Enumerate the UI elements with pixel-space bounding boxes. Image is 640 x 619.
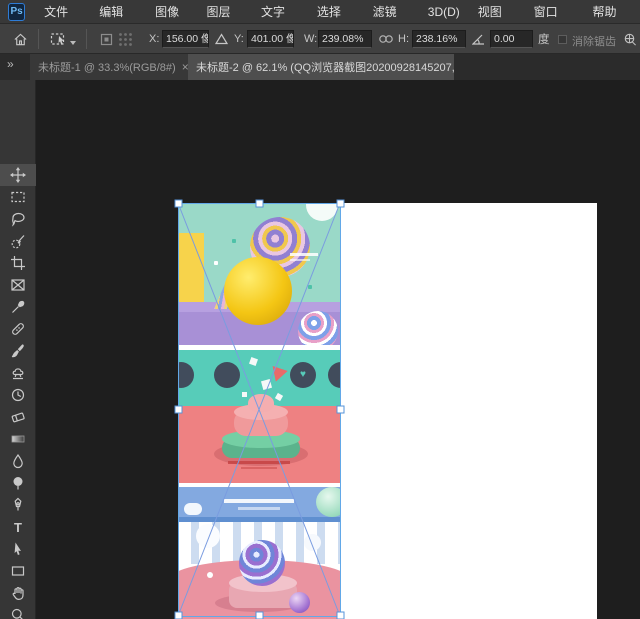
antialias-checkbox[interactable] (558, 35, 567, 44)
artwork-caption-line (228, 461, 290, 464)
x-label: X: (149, 33, 159, 45)
menu-help[interactable]: 帮助(H) (584, 0, 640, 24)
artwork-purple-ball (289, 592, 310, 613)
relative-position-delta-icon[interactable] (215, 24, 228, 54)
photoshop-window: Ps 文件(F) 编辑(E) 图像(I) 图层(L) 文字(Y) 选择(S) 滤… (0, 0, 640, 619)
artwork-white-tree (196, 524, 220, 548)
w-label: W: (304, 33, 317, 45)
artwork-white-circle (306, 203, 338, 221)
artwork-caption-line (224, 499, 294, 503)
artwork-pink-floor (178, 560, 341, 619)
reference-point-locator-icon (118, 24, 133, 54)
menu-file[interactable]: 文件(F) (35, 0, 90, 24)
menu-layer[interactable]: 图层(L) (197, 0, 252, 24)
spot-healing-brush-tool[interactable] (0, 318, 36, 340)
antialias-label: 消除锯齿 (572, 33, 616, 49)
rotate-angle-icon (472, 24, 486, 54)
h-label: H: (398, 33, 409, 45)
history-brush-tool[interactable] (0, 384, 36, 406)
tab-untitled-2-active[interactable]: 未标题-2 @ 62.1% (QQ浏览器截图20200928145207, RG… (188, 54, 454, 80)
menu-window[interactable]: 窗口(W) (525, 0, 584, 24)
home-icon[interactable] (13, 24, 28, 54)
artwork-section-pink (178, 406, 341, 483)
collapse-panels-icon[interactable]: » (7, 57, 13, 71)
type-tool[interactable]: T (0, 516, 36, 538)
h-input[interactable]: 238.16% (412, 30, 466, 48)
artwork-caption-line (290, 259, 310, 261)
y-label: Y: (234, 33, 244, 45)
move-tool[interactable] (0, 164, 36, 186)
degree-unit-label: 度 (538, 31, 550, 47)
menu-edit[interactable]: 编辑(E) (90, 0, 146, 24)
artwork-striped-ball-blue (239, 540, 285, 586)
menu-3d[interactable]: 3D(D) (419, 0, 469, 24)
tools-panel: T ••• ⇄ (0, 80, 36, 619)
rectangle-shape-tool[interactable] (0, 560, 36, 582)
path-selection-tool[interactable] (0, 538, 36, 560)
artwork-caption-line (241, 467, 277, 469)
canvas-area[interactable]: ♥ (36, 80, 640, 619)
tab-title: 未标题-1 @ 33.3%(RGB/8#) (38, 59, 176, 75)
rectangular-marquee-tool[interactable] (0, 186, 36, 208)
document-tab-bar: » 未标题-1 @ 33.3%(RGB/8#) × 未标题-2 @ 62.1% … (0, 54, 640, 80)
tab-title: 未标题-2 @ 62.1% (QQ浏览器截图20200928145207, RG… (196, 59, 454, 75)
gradient-tool[interactable] (0, 428, 36, 450)
menu-type[interactable]: 文字(Y) (252, 0, 308, 24)
menu-filter[interactable]: 滤镜(T) (364, 0, 419, 24)
pasted-image-layer[interactable]: ♥ (178, 203, 341, 619)
w-input[interactable]: 239.08% (318, 30, 372, 48)
brush-tool[interactable] (0, 340, 36, 362)
heart-icon: ♥ (290, 362, 316, 388)
menu-view[interactable]: 视图(V) (469, 0, 525, 24)
menu-bar: Ps 文件(F) 编辑(E) 图像(I) 图层(L) 文字(Y) 选择(S) 滤… (0, 0, 640, 24)
blur-tool[interactable] (0, 450, 36, 472)
y-input[interactable]: 401.00 像素 (247, 30, 294, 48)
artwork-section-mint (178, 203, 341, 345)
photoshop-logo-icon: Ps (8, 3, 25, 21)
link-dimensions-icon[interactable] (378, 24, 394, 54)
tab-untitled-1[interactable]: 未标题-1 @ 33.3%(RGB/8#) × (30, 54, 188, 80)
angle-input[interactable]: 0.00 (490, 30, 533, 48)
clone-stamp-tool[interactable] (0, 362, 36, 384)
menu-select[interactable]: 选择(S) (308, 0, 364, 24)
artwork-mint-ball (316, 487, 341, 517)
artwork-falling-cone (268, 366, 288, 384)
lasso-tool[interactable] (0, 208, 36, 230)
artwork-yellow-ball (224, 257, 292, 325)
eraser-tool[interactable] (0, 406, 36, 428)
transform-options-bar: X: 156.00 像素 Y: 401.00 像素 W: 239.08% H: … (0, 24, 640, 54)
options-separator (86, 29, 87, 49)
hand-tool[interactable] (0, 582, 36, 604)
artwork-caption-line (290, 253, 318, 256)
artwork-white-tree (304, 534, 321, 551)
artwork-cloud (184, 503, 202, 515)
reference-point-toggle-icon[interactable] (100, 24, 113, 54)
menu-image[interactable]: 图像(I) (146, 0, 197, 24)
dodge-tool[interactable] (0, 472, 36, 494)
quick-selection-tool[interactable] (0, 230, 36, 252)
chevron-down-icon (70, 41, 76, 45)
options-extra-icon[interactable] (622, 24, 637, 54)
crop-tool[interactable] (0, 252, 36, 274)
artwork-section-blue-header (178, 487, 341, 520)
eyedropper-tool[interactable] (0, 296, 36, 318)
transform-tool-icon[interactable] (50, 24, 76, 54)
options-separator (38, 29, 39, 49)
x-input[interactable]: 156.00 像素 (162, 30, 209, 48)
zoom-tool[interactable] (0, 604, 36, 619)
pen-tool[interactable] (0, 494, 36, 516)
frame-tool[interactable] (0, 274, 36, 296)
artwork-caption-line (238, 507, 280, 510)
